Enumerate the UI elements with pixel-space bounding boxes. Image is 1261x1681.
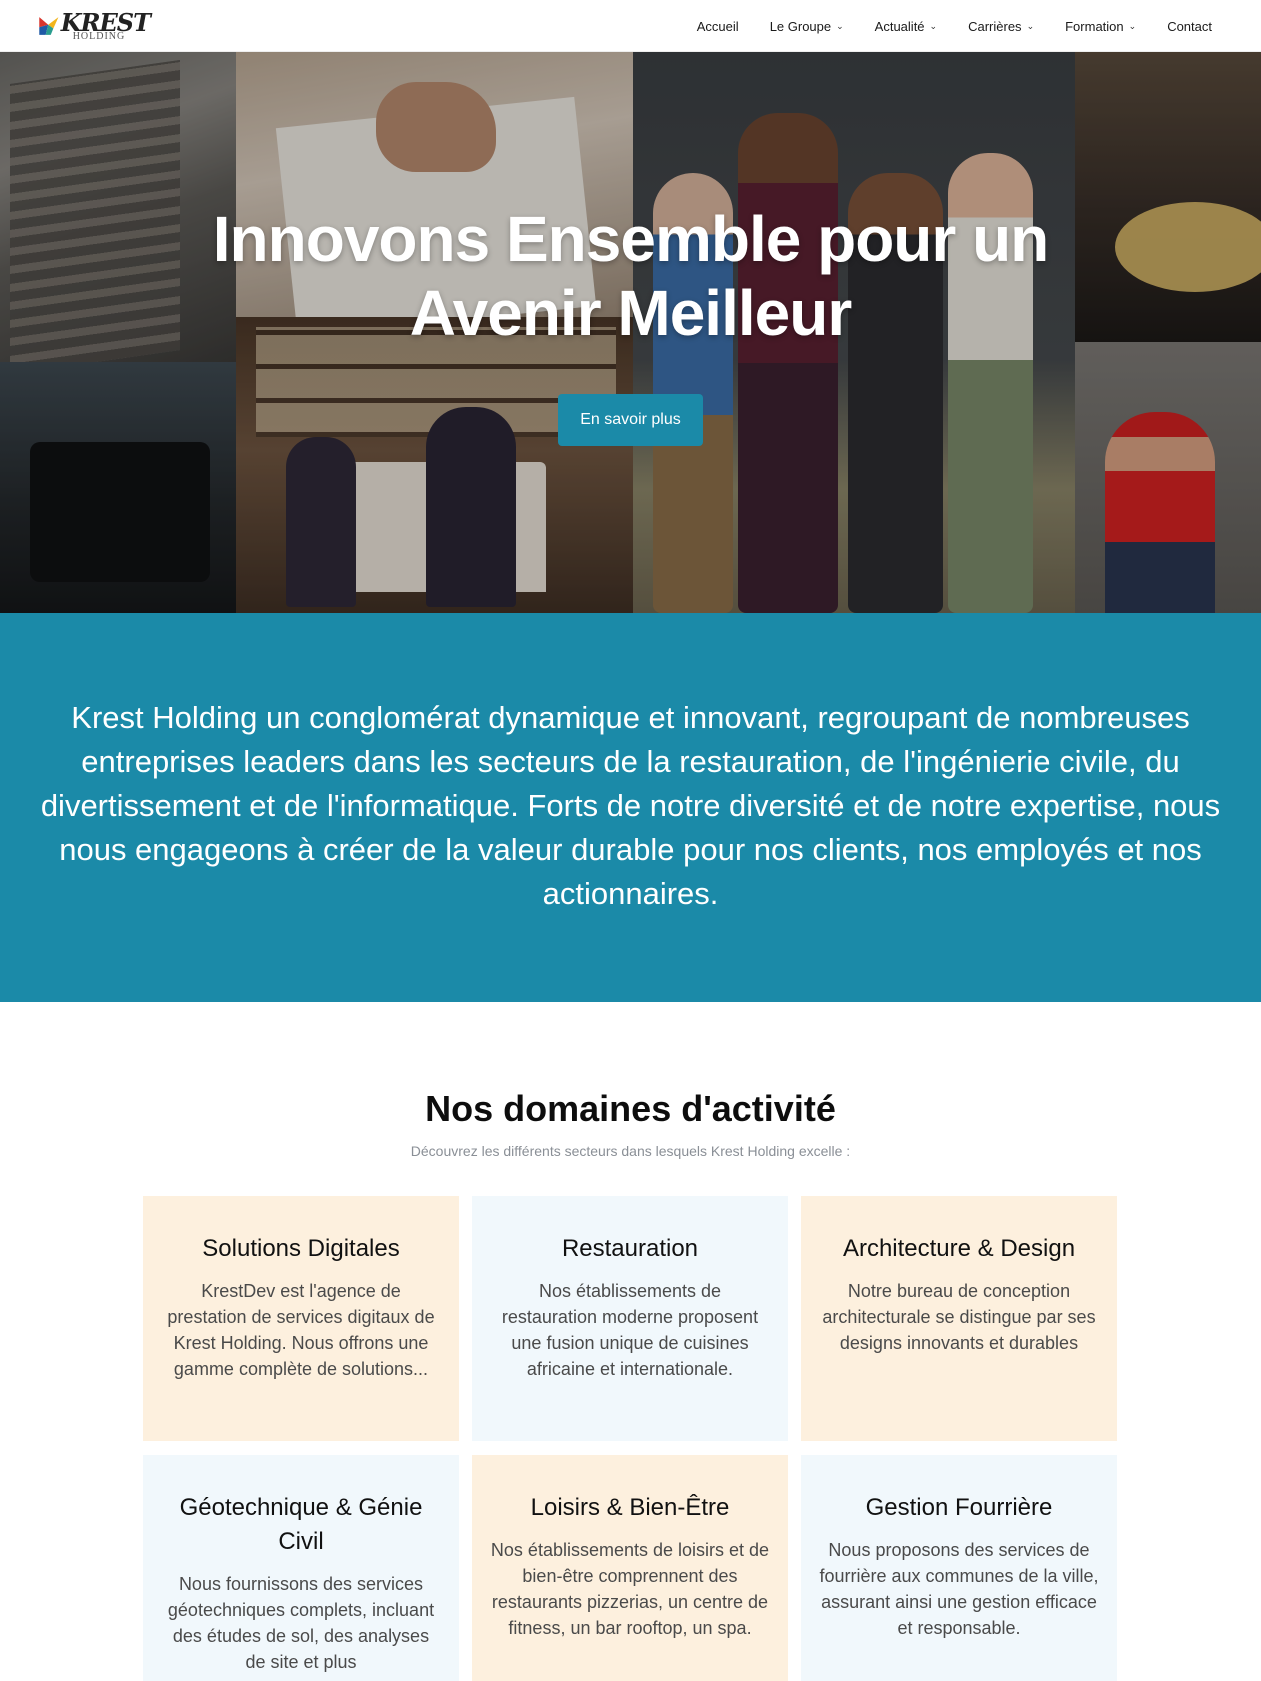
chevron-down-icon: ⌄ — [929, 20, 938, 31]
card-text: KrestDev est l'agence de prestation de s… — [167, 1281, 435, 1379]
card-text: Nos établissements de loisirs et de bien… — [490, 1540, 770, 1638]
domain-card-loisirs[interactable]: Loisirs & Bien-Être Nos établissements d… — [472, 1455, 788, 1681]
krest-logo-icon — [39, 17, 59, 35]
domains-title: Nos domaines d'activité — [425, 1088, 836, 1129]
nav-le-groupe[interactable]: Le Groupe ⌄ — [770, 19, 844, 34]
card-title: Géotechnique & Génie Civil — [179, 1494, 423, 1555]
hero-banner: Innovons Ensemble pour un Avenir Meilleu… — [0, 52, 1261, 613]
nav-formation[interactable]: Formation ⌄ — [1065, 19, 1136, 34]
card-title: Gestion Fourrière — [865, 1494, 1053, 1521]
card-text: Nous proposons des services de fourrière… — [819, 1540, 1099, 1638]
card-text: Nous fournissons des services géotechniq… — [167, 1574, 435, 1672]
card-text: Nos établissements de restauration moder… — [501, 1281, 759, 1379]
nav-label: Actualité — [874, 18, 925, 34]
intro-section: Krest Holding un conglomérat dynamique e… — [0, 613, 1261, 1002]
domain-card-solutions-digitales[interactable]: Solutions Digitales KrestDev est l'agenc… — [143, 1196, 459, 1441]
chevron-down-icon: ⌄ — [1128, 20, 1137, 31]
nav-label: Accueil — [696, 18, 739, 34]
nav-accueil[interactable]: Accueil — [697, 19, 739, 34]
hero-title-line1: Innovons Ensemble pour un — [212, 203, 1049, 275]
domains-subtitle: Découvrez les différents secteurs dans l… — [410, 1143, 851, 1159]
learn-more-button[interactable]: En savoir plus — [558, 394, 703, 446]
chevron-down-icon: ⌄ — [836, 20, 844, 31]
nav-label: Carrières — [968, 18, 1022, 34]
main-menu: Accueil Le Groupe ⌄ Actualité ⌄ Carrières ⌄… — [666, 0, 1212, 52]
nav-contact[interactable]: Contact — [1167, 19, 1212, 34]
domain-card-fourriere[interactable]: Gestion Fourrière Nous proposons des ser… — [801, 1455, 1117, 1681]
card-title: Solutions Digitales — [202, 1235, 400, 1262]
card-title: Restauration — [561, 1235, 699, 1262]
navbar: KREST HOLDING Accueil Le Groupe ⌄ Actuali… — [0, 0, 1261, 52]
domain-card-restauration[interactable]: Restauration Nos établissements de resta… — [472, 1196, 788, 1441]
hero-title: Innovons Ensemble pour un Avenir Meilleu… — [0, 202, 1261, 350]
card-title: Loisirs & Bien-Être — [530, 1494, 730, 1521]
card-text: Notre bureau de conception architectural… — [822, 1281, 1096, 1353]
chevron-down-icon: ⌄ — [1026, 20, 1035, 31]
domain-card-geotechnique[interactable]: Géotechnique & Génie Civil Nous fourniss… — [143, 1455, 459, 1681]
card-title: Architecture & Design — [842, 1235, 1076, 1262]
nav-carrieres[interactable]: Carrières ⌄ — [968, 19, 1034, 34]
nav-label: Contact — [1167, 18, 1212, 34]
intro-text: Krest Holding un conglomérat dynamique e… — [40, 700, 1221, 911]
hero-title-line2: Avenir Meilleur — [409, 277, 852, 349]
domain-card-architecture-design[interactable]: Architecture & Design Notre bureau de co… — [801, 1196, 1117, 1441]
nav-label: Le Groupe — [769, 18, 832, 34]
krest-logo[interactable]: KREST HOLDING — [38, 9, 151, 43]
nav-actualite[interactable]: Actualité ⌄ — [875, 19, 937, 34]
nav-label: Formation — [1065, 18, 1124, 34]
